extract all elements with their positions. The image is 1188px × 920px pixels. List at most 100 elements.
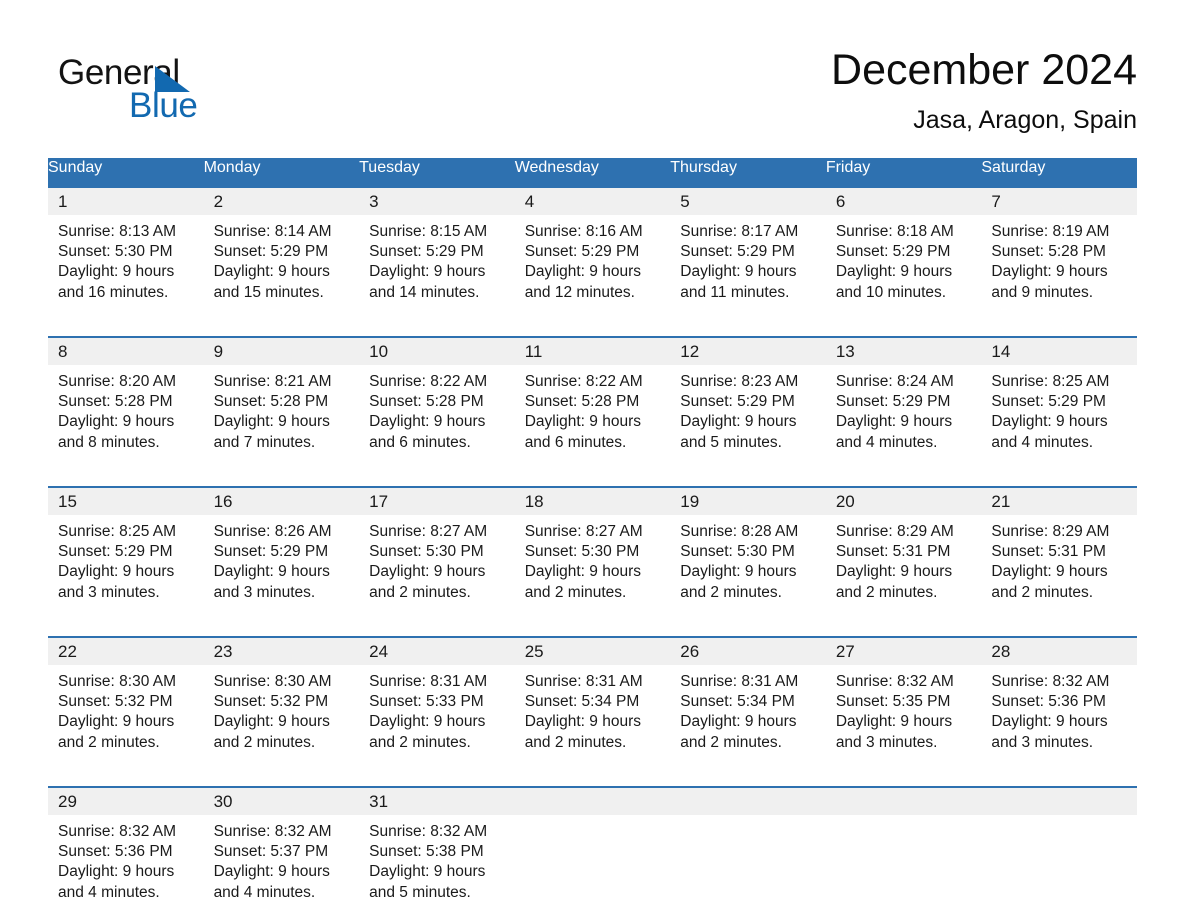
day-number[interactable]: 22	[48, 638, 204, 665]
day-number[interactable]: 15	[48, 488, 204, 515]
page-header: General Blue December 2024 Jasa, Aragon,…	[48, 44, 1137, 144]
sunrise-text: Sunrise: 8:22 AM	[524, 373, 643, 390]
day-number-empty	[981, 788, 1137, 815]
day-cell[interactable]: Sunrise: 8:27 AM Sunset: 5:30 PM Daylight:…	[514, 515, 671, 620]
day-number[interactable]: 2	[203, 188, 360, 215]
day-cell[interactable]: Sunrise: 8:32 AM Sunset: 5:36 PM Daylight:…	[48, 815, 204, 920]
sunset-text: Sunset: 5:29 PM	[680, 393, 795, 411]
day-info-row: Sunrise: 8:25 AM Sunset: 5:29 PM Daylight:…	[48, 515, 1137, 620]
day-number[interactable]: 29	[48, 788, 204, 815]
sunrise-text: Sunrise: 8:25 AM	[58, 523, 177, 540]
day-number[interactable]: 4	[514, 188, 671, 215]
day-cell[interactable]: Sunrise: 8:30 AM Sunset: 5:32 PM Daylight:…	[48, 665, 204, 770]
daylight-text: Daylight: 9 hours and 2 minutes.	[213, 713, 330, 751]
day-number[interactable]: 28	[981, 638, 1137, 665]
day-number[interactable]: 12	[670, 338, 826, 365]
day-cell[interactable]: Sunrise: 8:18 AM Sunset: 5:29 PM Daylight:…	[825, 215, 982, 320]
daylight-text: Daylight: 9 hours and 2 minutes.	[369, 563, 486, 601]
day-cell[interactable]: Sunrise: 8:25 AM Sunset: 5:29 PM Daylight:…	[48, 515, 204, 620]
sunrise-text: Sunrise: 8:16 AM	[524, 223, 643, 240]
sunrise-text: Sunrise: 8:32 AM	[213, 823, 332, 840]
day-cell[interactable]: Sunrise: 8:13 AM Sunset: 5:30 PM Daylight:…	[48, 215, 204, 320]
sunset-text: Sunset: 5:29 PM	[991, 393, 1106, 411]
sunrise-text: Sunrise: 8:22 AM	[369, 373, 488, 390]
day-cell[interactable]: Sunrise: 8:27 AM Sunset: 5:30 PM Daylight:…	[359, 515, 515, 620]
day-number[interactable]: 16	[203, 488, 360, 515]
day-number[interactable]: 31	[359, 788, 515, 815]
day-number[interactable]: 14	[981, 338, 1137, 365]
daylight-text: Daylight: 9 hours and 2 minutes.	[58, 713, 175, 751]
day-number[interactable]: 20	[825, 488, 982, 515]
day-cell[interactable]: Sunrise: 8:32 AM Sunset: 5:38 PM Daylight:…	[359, 815, 515, 920]
day-cell[interactable]: Sunrise: 8:24 AM Sunset: 5:29 PM Daylight:…	[825, 365, 982, 470]
day-number[interactable]: 8	[48, 338, 204, 365]
day-info-row: Sunrise: 8:13 AM Sunset: 5:30 PM Daylight:…	[48, 215, 1137, 320]
day-cell[interactable]: Sunrise: 8:32 AM Sunset: 5:37 PM Daylight:…	[203, 815, 360, 920]
daylight-text: Daylight: 9 hours and 2 minutes.	[680, 563, 797, 601]
day-cell[interactable]: Sunrise: 8:31 AM Sunset: 5:34 PM Daylight:…	[514, 665, 671, 770]
day-number[interactable]: 1	[48, 188, 204, 215]
sunrise-text: Sunrise: 8:24 AM	[835, 373, 954, 390]
day-number-row: 22 23 24 25 26 27 28	[48, 638, 1137, 665]
day-number[interactable]: 5	[670, 188, 826, 215]
day-cell[interactable]: Sunrise: 8:22 AM Sunset: 5:28 PM Daylight:…	[514, 365, 671, 470]
day-cell[interactable]: Sunrise: 8:29 AM Sunset: 5:31 PM Daylight:…	[825, 515, 982, 620]
day-number[interactable]: 6	[825, 188, 982, 215]
day-number[interactable]: 21	[981, 488, 1137, 515]
day-cell[interactable]: Sunrise: 8:23 AM Sunset: 5:29 PM Daylight:…	[670, 365, 826, 470]
day-cell[interactable]: Sunrise: 8:22 AM Sunset: 5:28 PM Daylight:…	[359, 365, 515, 470]
day-number[interactable]: 3	[359, 188, 515, 215]
day-number[interactable]: 27	[825, 638, 982, 665]
day-number[interactable]: 18	[514, 488, 671, 515]
day-cell[interactable]: Sunrise: 8:15 AM Sunset: 5:29 PM Daylight:…	[359, 215, 515, 320]
sunset-text: Sunset: 5:28 PM	[991, 243, 1106, 261]
day-number[interactable]: 10	[359, 338, 515, 365]
day-cell[interactable]: Sunrise: 8:26 AM Sunset: 5:29 PM Daylight:…	[203, 515, 360, 620]
sunset-text: Sunset: 5:37 PM	[213, 843, 329, 861]
day-number[interactable]: 25	[514, 638, 671, 665]
weekday-header-saturday: Saturday	[981, 158, 1137, 188]
day-cell[interactable]: Sunrise: 8:28 AM Sunset: 5:30 PM Daylight:…	[670, 515, 826, 620]
weekday-header-sunday: Sunday	[48, 158, 204, 188]
daylight-text: Daylight: 9 hours and 4 minutes.	[213, 863, 330, 901]
week-separator-cell	[48, 320, 1137, 338]
day-cell[interactable]: Sunrise: 8:16 AM Sunset: 5:29 PM Daylight:…	[514, 215, 671, 320]
daylight-text: Daylight: 9 hours and 3 minutes.	[835, 713, 953, 751]
daylight-text: Daylight: 9 hours and 2 minutes.	[524, 713, 641, 751]
day-number[interactable]: 7	[981, 188, 1137, 215]
sunset-text: Sunset: 5:30 PM	[524, 543, 640, 561]
day-number[interactable]: 26	[670, 638, 826, 665]
day-number[interactable]: 19	[670, 488, 826, 515]
day-number[interactable]: 30	[203, 788, 360, 815]
day-cell[interactable]: Sunrise: 8:14 AM Sunset: 5:29 PM Daylight:…	[203, 215, 360, 320]
day-cell[interactable]: Sunrise: 8:29 AM Sunset: 5:31 PM Daylight:…	[981, 515, 1137, 620]
sunrise-text: Sunrise: 8:27 AM	[524, 523, 643, 540]
day-cell[interactable]: Sunrise: 8:30 AM Sunset: 5:32 PM Daylight:…	[203, 665, 360, 770]
daylight-text: Daylight: 9 hours and 2 minutes.	[991, 563, 1108, 601]
day-cell[interactable]: Sunrise: 8:32 AM Sunset: 5:36 PM Daylight:…	[981, 665, 1137, 770]
day-number[interactable]: 13	[825, 338, 982, 365]
day-number[interactable]: 24	[359, 638, 515, 665]
day-cell[interactable]: Sunrise: 8:31 AM Sunset: 5:34 PM Daylight:…	[670, 665, 826, 770]
day-number[interactable]: 11	[514, 338, 671, 365]
day-cell[interactable]: Sunrise: 8:21 AM Sunset: 5:28 PM Daylight:…	[203, 365, 360, 470]
day-cell[interactable]: Sunrise: 8:31 AM Sunset: 5:33 PM Daylight:…	[359, 665, 515, 770]
day-number[interactable]: 9	[203, 338, 360, 365]
day-cell[interactable]: Sunrise: 8:17 AM Sunset: 5:29 PM Daylight:…	[670, 215, 826, 320]
daylight-text: Daylight: 9 hours and 5 minutes.	[680, 413, 797, 451]
sunset-text: Sunset: 5:30 PM	[680, 543, 795, 561]
day-cell[interactable]: Sunrise: 8:32 AM Sunset: 5:35 PM Daylight:…	[825, 665, 982, 770]
calendar-grid: Sunday Monday Tuesday Wednesday Thursday…	[48, 158, 1137, 920]
sunrise-text: Sunrise: 8:14 AM	[213, 223, 332, 240]
sunset-text: Sunset: 5:32 PM	[213, 693, 329, 711]
day-cell[interactable]: Sunrise: 8:19 AM Sunset: 5:28 PM Daylight:…	[981, 215, 1137, 320]
calendar-page: General Blue December 2024 Jasa, Aragon,…	[0, 0, 1188, 920]
day-number[interactable]: 23	[203, 638, 360, 665]
day-number-empty	[670, 788, 826, 815]
week-separator	[48, 620, 1137, 638]
sunset-text: Sunset: 5:32 PM	[58, 693, 173, 711]
sunrise-text: Sunrise: 8:15 AM	[369, 223, 488, 240]
day-number[interactable]: 17	[359, 488, 515, 515]
day-cell[interactable]: Sunrise: 8:20 AM Sunset: 5:28 PM Daylight:…	[48, 365, 204, 470]
day-cell[interactable]: Sunrise: 8:25 AM Sunset: 5:29 PM Daylight:…	[981, 365, 1137, 470]
